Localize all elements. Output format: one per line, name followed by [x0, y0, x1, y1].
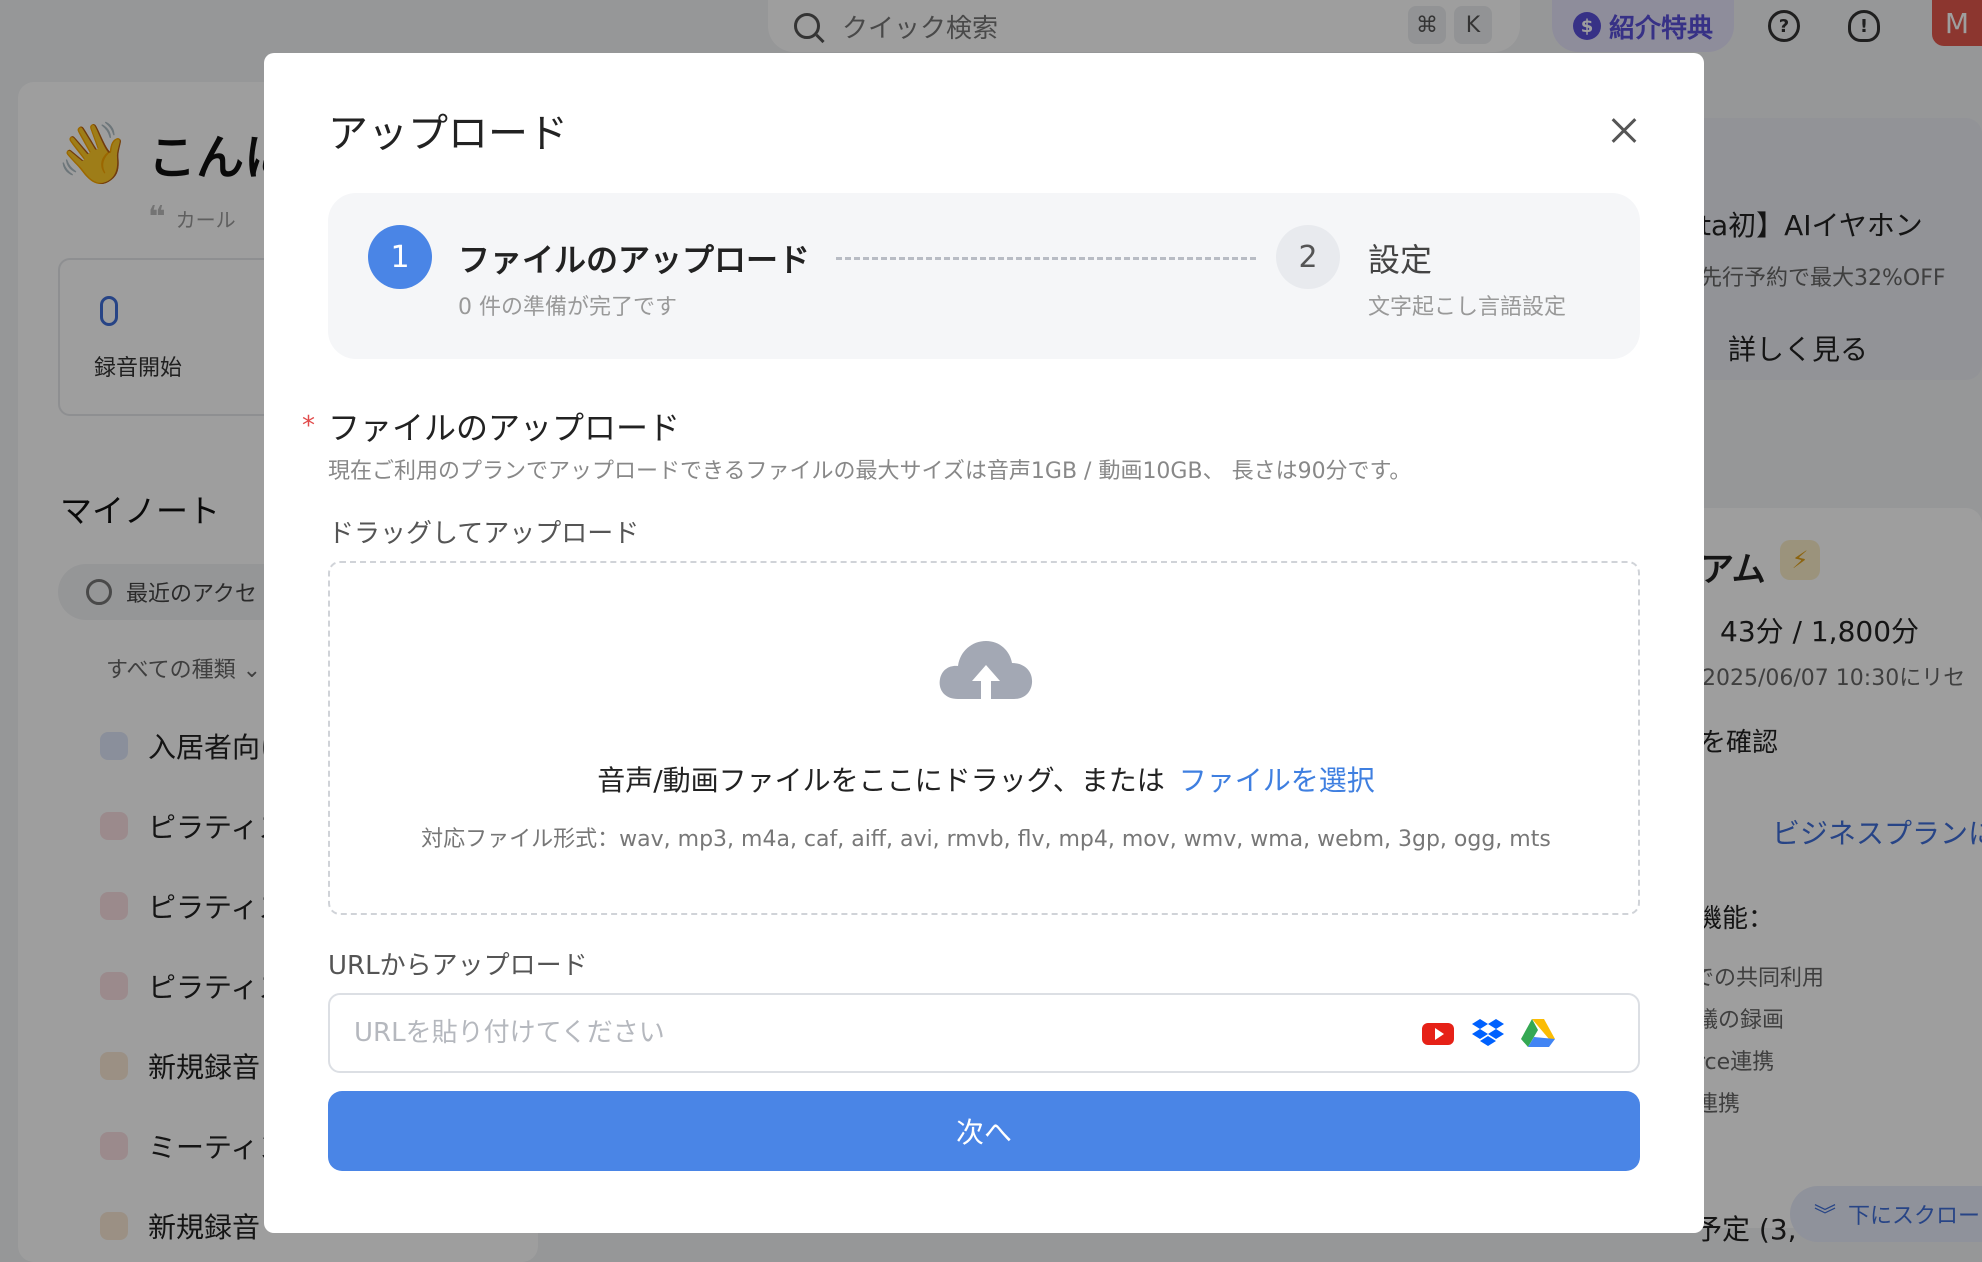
step-1-number: 1	[368, 225, 432, 289]
dropzone-instructions: 音声/動画ファイルをここにドラッグ、または ファイルを選択	[330, 759, 1642, 799]
select-file-link[interactable]: ファイルを選択	[1179, 764, 1375, 797]
step-1-subtitle: 0 件の準備が完了です	[458, 295, 677, 320]
file-upload-heading: ファイルのアップロード	[328, 409, 681, 447]
dialog-title: アップロード	[328, 111, 568, 157]
supported-formats: 対応ファイル形式：wav, mp3, m4a, caf, aiff, avi, …	[421, 827, 1551, 852]
step-2-number: 2	[1276, 225, 1340, 289]
cloud-upload-icon	[939, 641, 1033, 709]
upload-dialog: アップロード 1 ファイルのアップロード 0 件の準備が完了です 2 設定 文字…	[264, 53, 1704, 1233]
file-dropzone[interactable]: 音声/動画ファイルをここにドラッグ、または ファイルを選択 対応ファイル形式：wa…	[328, 561, 1640, 915]
step-2-subtitle: 文字起こし言語設定	[1368, 295, 1567, 320]
required-asterisk: *	[302, 411, 315, 441]
close-icon[interactable]	[1604, 111, 1644, 151]
drag-upload-label: ドラッグしてアップロード	[328, 519, 640, 549]
youtube-icon	[1422, 1023, 1454, 1045]
url-upload-label: URLからアップロード	[328, 951, 588, 981]
step-1-title: ファイルのアップロード	[458, 241, 811, 279]
step-connector	[836, 257, 1256, 260]
google-drive-icon	[1521, 1019, 1555, 1047]
upload-limits-description: 現在ご利用のプランでアップロードできるファイルの最大サイズは音声1GB / 動画…	[328, 459, 1412, 484]
step-2-title: 設定	[1368, 241, 1433, 279]
upload-stepper: 1 ファイルのアップロード 0 件の準備が完了です 2 設定 文字起こし言語設定	[328, 193, 1640, 359]
dropzone-text: 音声/動画ファイルをここにドラッグ、または	[597, 764, 1165, 797]
next-button[interactable]: 次へ	[328, 1091, 1640, 1171]
dropbox-icon	[1472, 1019, 1504, 1046]
